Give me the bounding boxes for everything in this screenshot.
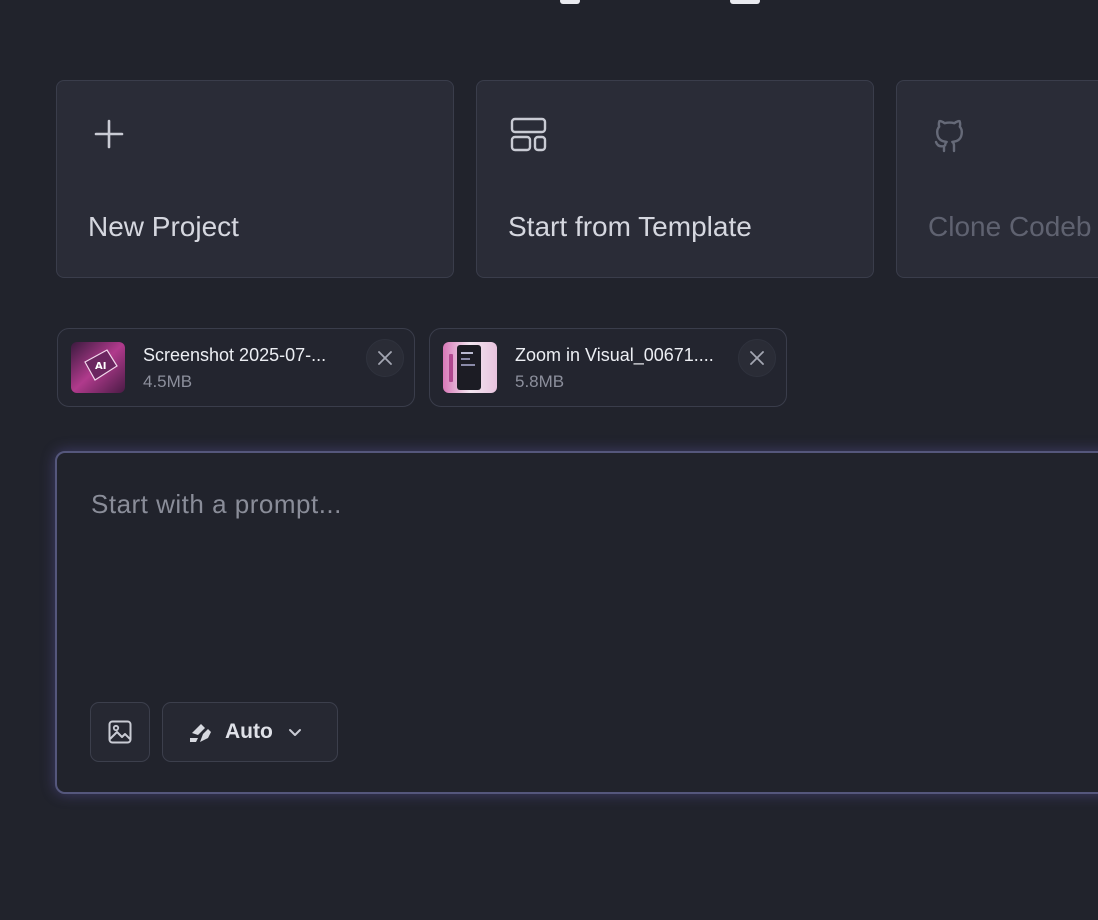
clone-codebase-label: Clone Codeb — [928, 211, 1092, 242]
attachment-name: Zoom in Visual_00671.... — [515, 345, 714, 365]
remove-attachment-button[interactable] — [366, 339, 404, 377]
home-screen: New Project Start from Template Clone Co… — [0, 0, 1098, 920]
attachment-name: Screenshot 2025-07-... — [143, 345, 327, 365]
attachment-chip: AI Screenshot 2025-07-... 4.5MB — [57, 328, 415, 407]
page-heading-cutoff — [500, 0, 780, 21]
svg-text:AI: AI — [95, 361, 106, 372]
start-from-template-label: Start from Template — [508, 211, 752, 242]
template-icon — [507, 113, 551, 157]
start-from-template-card[interactable]: Start from Template — [476, 80, 874, 278]
model-icon — [190, 724, 211, 742]
attachment-size: 4.5MB — [143, 372, 193, 391]
chevron-down-icon — [288, 729, 301, 736]
new-project-label: New Project — [88, 211, 239, 242]
attachment-chip: Zoom in Visual_00671.... 5.8MB — [429, 328, 787, 407]
image-thumbnail: AI — [71, 342, 125, 393]
model-label: Auto — [225, 720, 273, 743]
clone-codebase-card[interactable]: Clone Codeb — [896, 80, 1098, 278]
new-project-card[interactable]: New Project — [56, 80, 454, 278]
github-icon — [927, 113, 971, 157]
close-icon — [750, 351, 764, 365]
plus-icon — [87, 113, 131, 157]
prompt-input[interactable]: Start with a prompt... Auto — [55, 451, 1098, 794]
close-icon — [378, 351, 392, 365]
model-selector[interactable]: Auto — [162, 702, 338, 762]
prompt-placeholder: Start with a prompt... — [91, 489, 342, 519]
attach-image-button[interactable] — [90, 702, 150, 762]
image-icon — [108, 720, 132, 744]
image-thumbnail — [443, 342, 497, 393]
attachment-size: 5.8MB — [515, 372, 565, 391]
remove-attachment-button[interactable] — [738, 339, 776, 377]
